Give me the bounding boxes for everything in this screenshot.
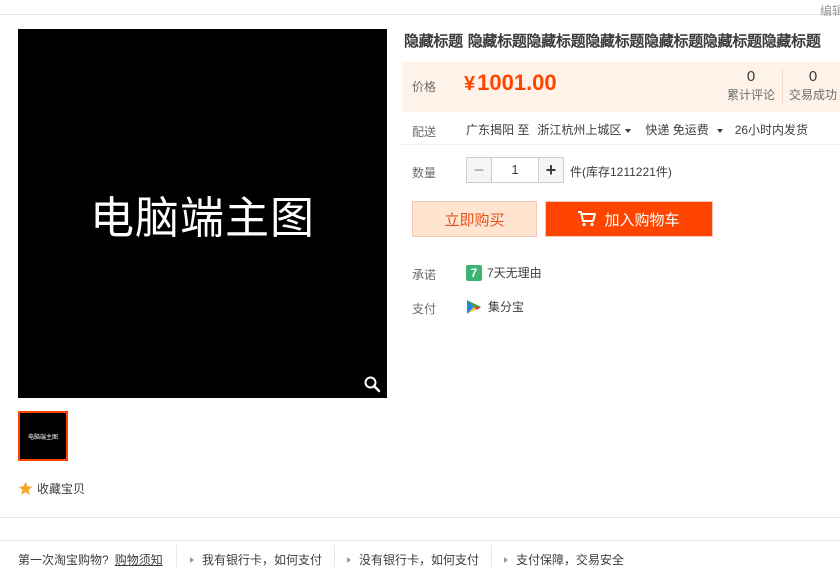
first-time-text: 第一次淘宝购物? — [18, 553, 109, 567]
dispatch-time: 26小时内发货 — [734, 123, 809, 137]
edit-link[interactable]: 编辑 — [820, 2, 840, 19]
ship-to-select[interactable]: 浙江杭州上城区 — [537, 121, 632, 138]
promise-item[interactable]: 7 7天无理由 — [466, 264, 542, 281]
add-to-cart-button[interactable]: 加入购物车 — [545, 201, 713, 237]
ship-method-select[interactable]: 快递 免运费 — [645, 121, 723, 138]
footer-guarantee[interactable]: 支付保障，交易安全 — [504, 551, 624, 567]
stat-divider — [782, 70, 783, 104]
main-product-image[interactable]: 电脑端主图 — [18, 29, 387, 398]
quantity-increase-button[interactable]: + — [538, 157, 564, 183]
top-divider — [0, 14, 840, 15]
quantity-input[interactable]: 1 — [492, 157, 538, 183]
chevron-down-icon — [625, 128, 632, 133]
footer-have-card[interactable]: 我有银行卡，如何支付 — [190, 551, 322, 567]
price-label: 价格 — [412, 80, 437, 94]
star-icon — [18, 481, 33, 495]
ship-method-text: 快递 免运费 — [645, 123, 709, 137]
add-to-cart-label: 加入购物车 — [604, 211, 680, 229]
promise-text: 7天无理由 — [487, 266, 542, 280]
ship-from: 广东揭阳 至 — [466, 123, 530, 137]
jifenbao-icon — [467, 299, 481, 314]
footer-no-card[interactable]: 没有银行卡，如何支付 — [347, 551, 479, 567]
no-card-text: 没有银行卡，如何支付 — [359, 553, 480, 567]
currency-symbol: ¥ — [464, 73, 476, 95]
shipping-row: 广东揭阳 至 浙江杭州上城区 快递 免运费 26小时内发货 — [466, 121, 808, 138]
triangle-right-icon — [347, 556, 351, 563]
footer-divider — [491, 545, 492, 567]
footer-divider — [176, 545, 177, 567]
footer-first-time: 第一次淘宝购物? 购物须知 — [18, 551, 163, 567]
price-amount: 1001.00 — [477, 70, 557, 95]
pay-label: 支付 — [412, 302, 437, 316]
reviews-label: 累计评论 — [726, 88, 775, 102]
footer-help-bar: 第一次淘宝购物? 购物须知 我有银行卡，如何支付 没有银行卡，如何支付 支付保障… — [0, 540, 840, 567]
shopping-guide-link[interactable]: 购物须知 — [115, 551, 163, 567]
favorite-button[interactable]: 收藏宝贝 — [18, 480, 85, 497]
have-card-text: 我有银行卡，如何支付 — [202, 553, 323, 567]
main-image-text: 电脑端主图 — [90, 192, 315, 244]
thumbnail-image[interactable]: 电脑端主图 — [18, 411, 68, 461]
quantity-stepper: − 1 + — [466, 157, 564, 183]
reviews-count: 0 — [746, 68, 756, 85]
ship-to-text: 浙江杭州上城区 — [537, 123, 622, 137]
zoom-icon[interactable] — [363, 375, 381, 393]
payment-text: 集分宝 — [488, 300, 525, 314]
favorite-label: 收藏宝贝 — [37, 482, 86, 496]
content-divider — [0, 517, 840, 518]
quantity-decrease-button[interactable]: − — [466, 157, 492, 183]
promise-label: 承诺 — [412, 268, 437, 282]
payment-item[interactable]: 集分宝 — [466, 298, 524, 315]
thumbnail-text: 电脑端主图 — [27, 434, 58, 441]
price-value: ¥1001.00 — [464, 70, 557, 96]
triangle-right-icon — [190, 556, 194, 563]
buy-now-button[interactable]: 立即购买 — [412, 201, 537, 237]
shipping-label: 配送 — [412, 125, 437, 139]
cart-icon — [578, 211, 597, 227]
price-panel: 价格 ¥1001.00 0 累计评论 0 交易成功 — [402, 62, 840, 112]
chevron-down-icon — [716, 128, 723, 133]
stock-text: 件(库存1211221件) — [570, 165, 672, 179]
guarantee-text: 支付保障，交易安全 — [516, 553, 625, 567]
sales-stat: 0 交易成功 — [786, 68, 840, 104]
row-divider — [402, 144, 840, 145]
reviews-stat[interactable]: 0 累计评论 — [724, 68, 778, 104]
seven-day-icon: 7 — [466, 264, 482, 281]
sales-count: 0 — [808, 68, 818, 85]
quantity-label: 数量 — [412, 166, 437, 180]
sales-label: 交易成功 — [788, 88, 837, 102]
product-title: 隐藏标题 隐藏标题隐藏标题隐藏标题隐藏标题隐藏标题隐藏标题 — [404, 32, 821, 50]
triangle-right-icon — [504, 556, 508, 563]
footer-divider — [334, 545, 335, 567]
